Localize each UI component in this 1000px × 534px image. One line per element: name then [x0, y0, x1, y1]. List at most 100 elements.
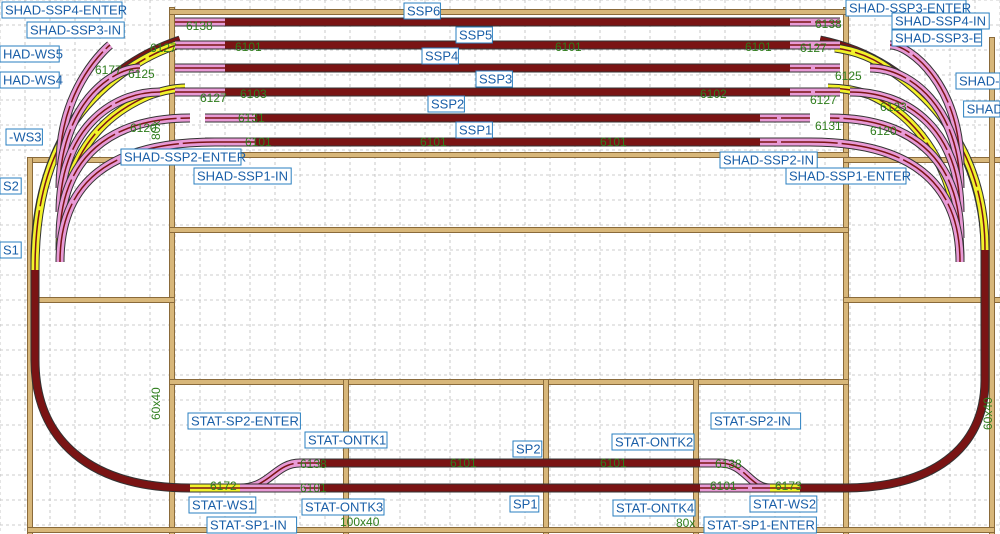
block-label: SP1 — [509, 495, 540, 513]
block-label-text: STAT-SP1-IN — [210, 518, 287, 533]
track-number: 6138 — [186, 19, 213, 33]
block-label: -WS3 — [5, 128, 43, 146]
block-label-text: STAT-ONTK4 — [616, 501, 694, 516]
block-label: STAT-WS2 — [749, 495, 818, 513]
block-label: SSP1 — [455, 121, 493, 139]
track-number: 6173 — [775, 479, 802, 493]
track-number: 6101 — [600, 135, 627, 149]
block-label-text: STAT-SP2-ENTER — [191, 414, 299, 429]
block-label-text: SHAD-SSP4-IN — [895, 14, 986, 29]
track-number: 6127 — [800, 41, 827, 55]
block-label-text: SSP4 — [425, 49, 458, 64]
track-number: 6101 — [600, 456, 627, 470]
block-label: STAT-ONTK1 — [304, 431, 388, 449]
block-label: SSP3 — [475, 70, 513, 88]
track-number: 6101 — [300, 481, 327, 495]
block-label-text: SHAD- — [959, 74, 999, 89]
block-label: STAT-WS1 — [188, 496, 257, 514]
track-number: 6101 — [745, 40, 772, 54]
block-label-text: STAT-SP1-ENTER — [707, 518, 815, 533]
block-label-text: S1 — [3, 243, 19, 258]
block-label-text: SHAD-SSP3-E — [895, 31, 982, 46]
block-label: HAD-WS4 — [0, 71, 63, 89]
track-number: 6138 — [715, 457, 742, 471]
track-number: 6131 — [815, 119, 842, 133]
dimension-label: 100x40 — [340, 515, 380, 529]
block-label: STAT-ONTK4 — [612, 499, 696, 517]
block-label-text: SP2 — [516, 442, 541, 457]
block-label-text: SHAD-SSP1-ENTER — [789, 169, 911, 184]
block-label-text: SP1 — [513, 497, 538, 512]
block-label: SHAD — [963, 100, 1000, 118]
block-label: HAD-WS5 — [0, 45, 63, 63]
dimension-label: 60x40 — [149, 387, 163, 420]
track-number: 6125 — [128, 67, 155, 81]
track-number: 6125 — [835, 69, 862, 83]
track-number: 6101 — [555, 40, 582, 54]
block-label-text: SHAD — [967, 102, 1000, 117]
block-label: STAT-SP1-IN — [206, 516, 298, 534]
block-label-text: STAT-ONTK2 — [615, 435, 693, 450]
track-main-oval — [190, 36, 989, 492]
track-number: 6101 — [235, 40, 262, 54]
block-label-text: SHAD-SSP2-IN — [723, 153, 814, 168]
block-label: SHAD- — [955, 72, 1000, 90]
block-label: SHAD-SSP2-ENTER — [120, 148, 246, 166]
block-label: SHAD-SSP4-IN — [891, 12, 990, 30]
track-number: 6101 — [420, 135, 447, 149]
block-label: SHAD-SSP3-IN — [26, 21, 125, 39]
block-label-text: HAD-WS5 — [3, 47, 63, 62]
block-label: STAT-ONTK2 — [611, 433, 695, 451]
block-label-text: HAD-WS4 — [3, 73, 63, 88]
block-label-text: SSP3 — [479, 72, 512, 87]
track-number: 6127 — [200, 91, 227, 105]
block-label: SHAD-SSP3-E — [891, 29, 983, 47]
track-number: 6123 — [880, 100, 907, 114]
block-label: STAT-SP1-ENTER — [703, 516, 817, 534]
track-number: 6127 — [810, 93, 837, 107]
track-number: 6131 — [238, 111, 265, 125]
block-label: SSP4 — [421, 47, 459, 65]
block-label-text: SSP5 — [459, 28, 492, 43]
track-number: 6177 — [95, 63, 122, 77]
track-main-oval — [190, 39, 986, 489]
block-label-text: STAT-SP2-IN — [714, 414, 791, 429]
block-label-text: SSP2 — [431, 97, 464, 112]
dimension-label: 80x — [676, 516, 695, 530]
track-number: 6138 — [300, 457, 327, 471]
block-label-text: STAT-WS1 — [192, 498, 255, 513]
block-label-text: SSP1 — [459, 123, 492, 138]
dimension-label: 80x — [149, 121, 163, 140]
block-label: SP2 — [512, 440, 543, 458]
block-label-text: SHAD-SSP3-IN — [30, 23, 121, 38]
block-label: SHAD-SSP1-ENTER — [785, 167, 911, 185]
block-label: S2 — [0, 177, 22, 195]
tracks — [30, 17, 990, 493]
block-label-text: SHAD-SSP4-ENTER — [5, 3, 127, 18]
block-label: SSP2 — [427, 95, 465, 113]
block-label-text: STAT-ONTK1 — [308, 433, 386, 448]
track-number: 6102 — [700, 87, 727, 101]
block-label-text: STAT-WS2 — [753, 497, 816, 512]
track-number: 6120 — [870, 124, 897, 138]
block-label: SHAD-SSP1-IN — [193, 167, 292, 185]
block-label: SHAD-SSP4-ENTER — [1, 1, 127, 19]
block-label: STAT-SP2-IN — [710, 412, 802, 430]
track-layout-diagram: 6138 6127 6125 6177 6127 6131 6120 6101 6101 6101… — [0, 0, 1000, 534]
track-main-oval — [190, 35, 990, 493]
block-label-text: S2 — [3, 179, 19, 194]
block-label-text: SHAD-SSP2-ENTER — [124, 150, 246, 165]
track-number: 6172 — [210, 479, 237, 493]
block-label-text: STAT-ONTK3 — [305, 500, 383, 515]
track-number: 6103 — [240, 87, 267, 101]
block-label: SSP5 — [455, 26, 493, 44]
block-label-text: -WS3 — [9, 130, 42, 145]
track-number: 6101 — [450, 456, 477, 470]
block-label: STAT-ONTK3 — [301, 498, 385, 516]
track-number: 6101 — [710, 479, 737, 493]
block-label: S1 — [0, 241, 22, 259]
block-label: SHAD-SSP2-IN — [719, 151, 818, 169]
track-number: 6127 — [150, 41, 177, 55]
track-number: 6101 — [245, 135, 272, 149]
block-label: SSP6 — [403, 2, 441, 20]
